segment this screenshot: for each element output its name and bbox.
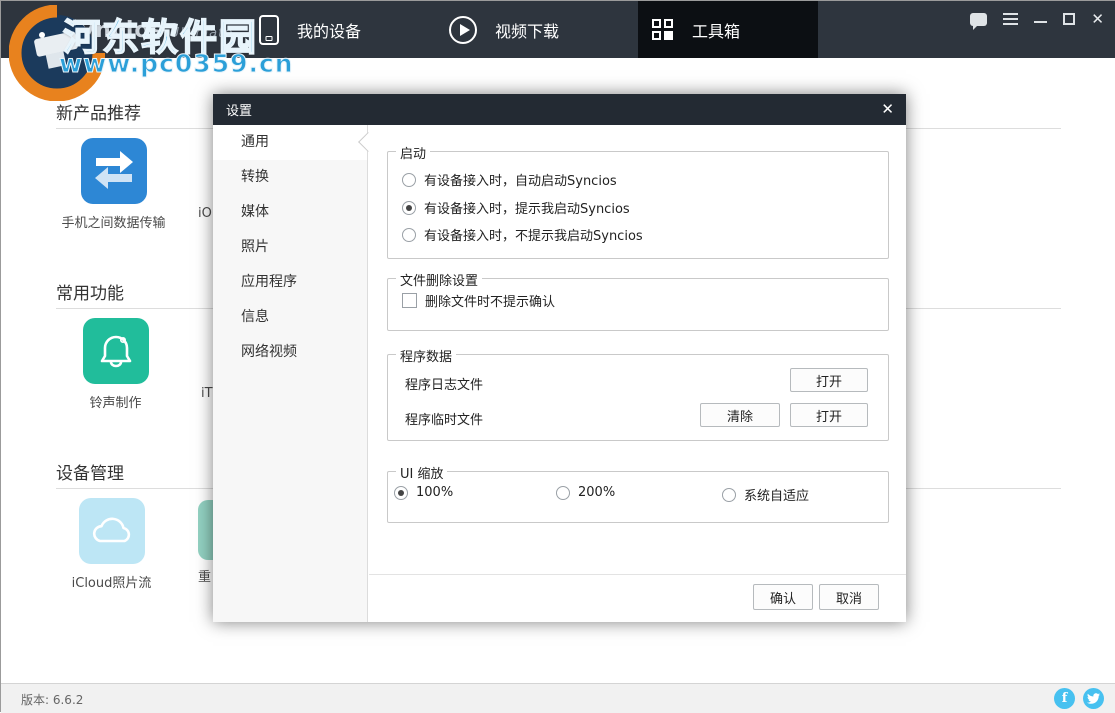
feature-ringtone-maker[interactable]: 铃声制作: [48, 318, 183, 411]
group-program-data-legend: 程序数据: [396, 346, 456, 365]
group-ui-scale-legend: UI 缩放: [396, 463, 447, 482]
radio-label: 100%: [416, 485, 453, 500]
group-program-data: 程序数据 程序日志文件 打开 程序临时文件 清除 打开: [387, 354, 889, 441]
clipped-feature-label: 重: [198, 566, 211, 585]
settings-tab-label: 照片: [241, 239, 269, 255]
radio-scale-system[interactable]: 系统自适应: [722, 485, 809, 504]
tab-video-download[interactable]: 视频下载: [449, 1, 559, 58]
temp-files-label: 程序临时文件: [405, 409, 483, 428]
social-links: f: [1054, 688, 1104, 709]
radio-icon[interactable]: [402, 228, 416, 242]
settings-tab-media[interactable]: 媒体: [213, 195, 367, 230]
app-logo: Syncios Ultimate: [63, 18, 233, 43]
settings-tab-label: 转换: [241, 169, 269, 185]
section-title-device-management: 设备管理: [56, 459, 124, 484]
radio-autostart[interactable]: 有设备接入时，自动启动Syncios: [402, 170, 617, 189]
settings-tab-label: 通用: [241, 134, 269, 150]
statusbar: 版本: 6.6.2 f: [1, 683, 1115, 713]
hamburger-menu-icon[interactable]: [1003, 13, 1018, 25]
radio-label: 系统自适应: [744, 485, 809, 504]
selected-tab-notch: [358, 132, 378, 152]
titlebar: Syncios Ultimate 我的设备 视频下载 工具箱 ✕: [1, 1, 1115, 58]
tab-toolbox-active[interactable]: 工具箱: [638, 1, 818, 58]
radio-icon-checked[interactable]: [402, 201, 416, 215]
settings-dialog-titlebar: 设置 ✕: [213, 94, 906, 125]
tab-my-devices-label: 我的设备: [297, 18, 361, 42]
settings-sidebar: 通用 转换 媒体 照片 应用程序 信息 网络视频: [213, 125, 368, 622]
settings-tab-convert[interactable]: 转换: [213, 160, 367, 195]
group-file-delete: 文件删除设置 删除文件时不提示确认: [387, 278, 889, 331]
settings-dialog: 设置 ✕ 通用 转换 媒体 照片 应用程序 信息 网络视频 启动 有设备接入时，…: [213, 94, 906, 622]
radio-label: 有设备接入时，自动启动Syncios: [424, 170, 617, 189]
settings-tab-label: 网络视频: [241, 344, 297, 360]
phone-icon: [259, 15, 279, 45]
radio-scale-100[interactable]: 100%: [394, 485, 453, 500]
cancel-button[interactable]: 取消: [819, 584, 879, 610]
settings-tab-online-video[interactable]: 网络视频: [213, 335, 367, 370]
radio-prompt-start[interactable]: 有设备接入时，提示我启动Syncios: [402, 198, 630, 217]
feature-label: 铃声制作: [48, 392, 183, 411]
settings-close-icon[interactable]: ✕: [881, 100, 894, 118]
radio-no-prompt-start[interactable]: 有设备接入时，不提示我启动Syncios: [402, 225, 643, 244]
tab-my-devices[interactable]: 我的设备: [259, 1, 361, 58]
group-file-delete-legend: 文件删除设置: [396, 270, 482, 289]
checkbox-label: 删除文件时不提示确认: [425, 291, 555, 310]
group-startup-legend: 启动: [396, 143, 430, 162]
app-edition: Ultimate: [170, 26, 234, 41]
radio-icon[interactable]: [722, 488, 736, 502]
bell-icon: [83, 318, 149, 384]
play-circle-icon: [449, 16, 477, 44]
confirm-button[interactable]: 确认: [753, 584, 813, 610]
tab-toolbox-label: 工具箱: [692, 18, 740, 42]
feature-label: iCloud照片流: [44, 572, 179, 591]
group-ui-scale: UI 缩放 100% 200% 系统自适应: [387, 471, 889, 523]
clipped-feature-label: iT: [201, 386, 213, 401]
radio-icon-checked[interactable]: [394, 486, 408, 500]
feature-phone-transfer[interactable]: 手机之间数据传输: [46, 138, 181, 231]
settings-tab-photos[interactable]: 照片: [213, 230, 367, 265]
maximize-icon[interactable]: [1063, 13, 1075, 25]
grid-icon: [652, 19, 674, 41]
clipped-feature-label: iO: [198, 206, 212, 221]
tab-video-download-label: 视频下载: [495, 18, 559, 42]
settings-tab-messages[interactable]: 信息: [213, 300, 367, 335]
checkbox-no-confirm-delete[interactable]: 删除文件时不提示确认: [402, 291, 555, 310]
open-log-button[interactable]: 打开: [790, 368, 868, 392]
feature-icloud-photostream[interactable]: iCloud照片流: [44, 498, 179, 591]
section-title-common-functions: 常用功能: [56, 279, 124, 304]
radio-label: 200%: [578, 485, 615, 500]
window-controls: ✕: [970, 9, 1104, 29]
radio-icon[interactable]: [402, 173, 416, 187]
radio-label: 有设备接入时，不提示我启动Syncios: [424, 225, 643, 244]
settings-dialog-title: 设置: [226, 100, 252, 119]
version-label: 版本: 6.6.2: [21, 691, 83, 708]
feedback-bubble-icon[interactable]: [970, 13, 987, 26]
feature-label: 手机之间数据传输: [46, 212, 181, 231]
transfer-arrows-icon: [81, 138, 147, 204]
close-window-icon[interactable]: ✕: [1091, 12, 1104, 27]
settings-tab-label: 媒体: [241, 204, 269, 220]
settings-tab-label: 信息: [241, 309, 269, 325]
checkbox-icon[interactable]: [402, 293, 417, 308]
settings-tab-label: 应用程序: [241, 274, 297, 290]
radio-icon[interactable]: [556, 486, 570, 500]
app-name: Syncios: [63, 18, 165, 43]
clear-temp-button[interactable]: 清除: [700, 403, 780, 427]
open-temp-button[interactable]: 打开: [790, 403, 868, 427]
app-window: Syncios Ultimate 我的设备 视频下载 工具箱 ✕: [0, 0, 1115, 712]
cloud-icon: [79, 498, 145, 564]
settings-tab-apps[interactable]: 应用程序: [213, 265, 367, 300]
footer-divider: [369, 574, 906, 575]
radio-label: 有设备接入时，提示我启动Syncios: [424, 198, 630, 217]
group-startup: 启动 有设备接入时，自动启动Syncios 有设备接入时，提示我启动Syncio…: [387, 151, 889, 259]
twitter-icon[interactable]: [1083, 688, 1104, 709]
facebook-icon[interactable]: f: [1054, 688, 1075, 709]
minimize-icon[interactable]: [1034, 21, 1047, 23]
log-files-label: 程序日志文件: [405, 374, 483, 393]
radio-scale-200[interactable]: 200%: [556, 485, 615, 500]
settings-tab-general[interactable]: 通用: [213, 125, 367, 160]
section-title-new-products: 新产品推荐: [56, 99, 141, 124]
